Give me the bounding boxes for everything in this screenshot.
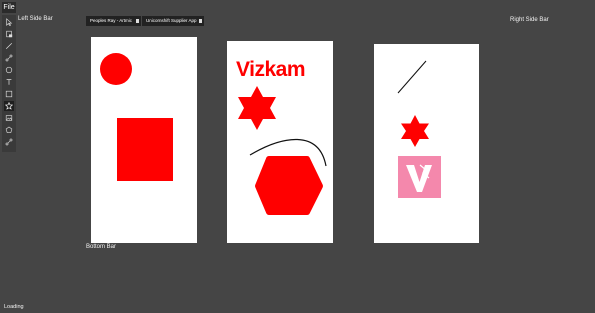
red-circle-shape[interactable] [100,53,132,85]
red-star-shape[interactable] [401,115,429,147]
file-menu-button[interactable]: File [2,2,16,13]
line-icon [5,42,13,50]
tab-peoples-ray[interactable]: Peoples Ray - Artmic [86,16,141,26]
artboard-1[interactable] [91,37,197,243]
tab-label: Peoples Ray - Artmic [90,18,133,23]
rectangle-icon [5,90,13,98]
pen-icon [5,54,13,62]
ellipse-tool[interactable] [4,65,14,75]
text-tool[interactable] [4,77,14,87]
tab-close-icon[interactable] [136,19,139,23]
star-icon [5,102,13,110]
red-rectangle-shape[interactable] [117,118,173,181]
red-star-shape[interactable] [238,86,276,130]
status-text: Loading [4,304,24,310]
tool-bar [2,15,16,152]
path-tool[interactable] [4,137,14,147]
right-side-bar-label: Right Side Bar [510,17,549,23]
tab-close-icon[interactable] [199,19,202,23]
bottom-bar-label: Bottom Bar [86,244,117,250]
tab-label: Unicornshift Supplier App [146,18,197,23]
image-tool[interactable] [4,113,14,123]
polygon-tool[interactable] [4,125,14,135]
tab-unicornshift[interactable]: Unicornshift Supplier App [142,16,204,26]
frame-icon [6,30,13,38]
line-tool[interactable] [4,41,14,51]
star-tool[interactable] [4,101,14,111]
cursor-tool[interactable] [4,17,14,27]
red-hexagon-shape[interactable] [255,156,323,215]
line-shape[interactable] [397,60,427,94]
text-icon [6,79,12,85]
ellipse-icon [5,66,13,74]
pen-tool[interactable] [4,53,14,63]
rectangle-tool[interactable] [4,89,14,99]
left-side-bar-label: Left Side Bar [18,16,53,22]
polygon-icon [5,126,13,133]
artboard-2[interactable]: Vizkam [227,41,333,243]
path-icon [5,138,13,146]
artboard-3[interactable] [374,44,479,243]
frame-tool[interactable] [4,29,14,39]
image-icon [5,115,13,121]
cursor-icon [6,18,13,26]
